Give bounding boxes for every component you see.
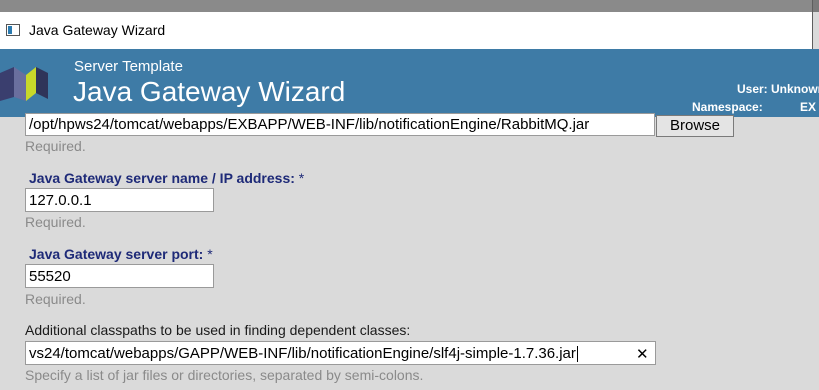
header-subtitle: Server Template [74, 58, 183, 75]
jar-path-hint: Required. [25, 138, 86, 154]
server-port-hint: Required. [25, 291, 86, 307]
window-icon [6, 24, 20, 36]
browse-button[interactable]: Browse [656, 115, 734, 137]
product-logo-icon [0, 67, 48, 101]
namespace-label: Namespace: [692, 100, 763, 114]
server-name-label: Java Gateway server name / IP address: * [29, 170, 304, 186]
classpath-input[interactable]: vs24/tomcat/webapps/GAPP/WEB-INF/lib/not… [25, 341, 656, 365]
server-port-label: Java Gateway server port: * [29, 246, 213, 262]
server-name-label-text: Java Gateway server name / IP address: [29, 170, 295, 186]
namespace-value: EX [800, 100, 817, 114]
classpath-hint: Specify a list of jar files or directori… [25, 367, 424, 383]
required-mark: * [207, 246, 213, 262]
text-caret [576, 346, 578, 363]
required-mark: * [298, 170, 305, 186]
server-port-input[interactable]: 55520 [25, 264, 214, 288]
server-port-label-text: Java Gateway server port: [29, 246, 204, 262]
window-title: Java Gateway Wizard [29, 22, 166, 38]
server-name-hint: Required. [25, 214, 86, 230]
desktop-strip [0, 0, 819, 12]
server-port-value: 55520 [29, 268, 71, 285]
server-name-input[interactable]: 127.0.0.1 [25, 188, 214, 212]
jar-path-value: /opt/hpws24/tomcat/webapps/EXBAPP/WEB-IN… [29, 116, 590, 133]
header-title: Java Gateway Wizard [73, 76, 346, 107]
server-name-value: 127.0.0.1 [29, 192, 92, 209]
classpath-label: Additional classpaths to be used in find… [25, 322, 411, 338]
jar-path-input[interactable]: /opt/hpws24/tomcat/webapps/EXBAPP/WEB-IN… [25, 113, 655, 136]
clear-icon[interactable]: ✕ [636, 345, 649, 363]
wizard-header: Server Template Java Gateway Wizard User… [0, 49, 819, 117]
window-top-edge [0, 0, 813, 12]
window-titlebar[interactable]: Java Gateway Wizard [0, 12, 813, 49]
classpath-value: vs24/tomcat/webapps/GAPP/WEB-INF/lib/not… [29, 345, 576, 362]
user-info: User: Unknown [737, 82, 819, 96]
